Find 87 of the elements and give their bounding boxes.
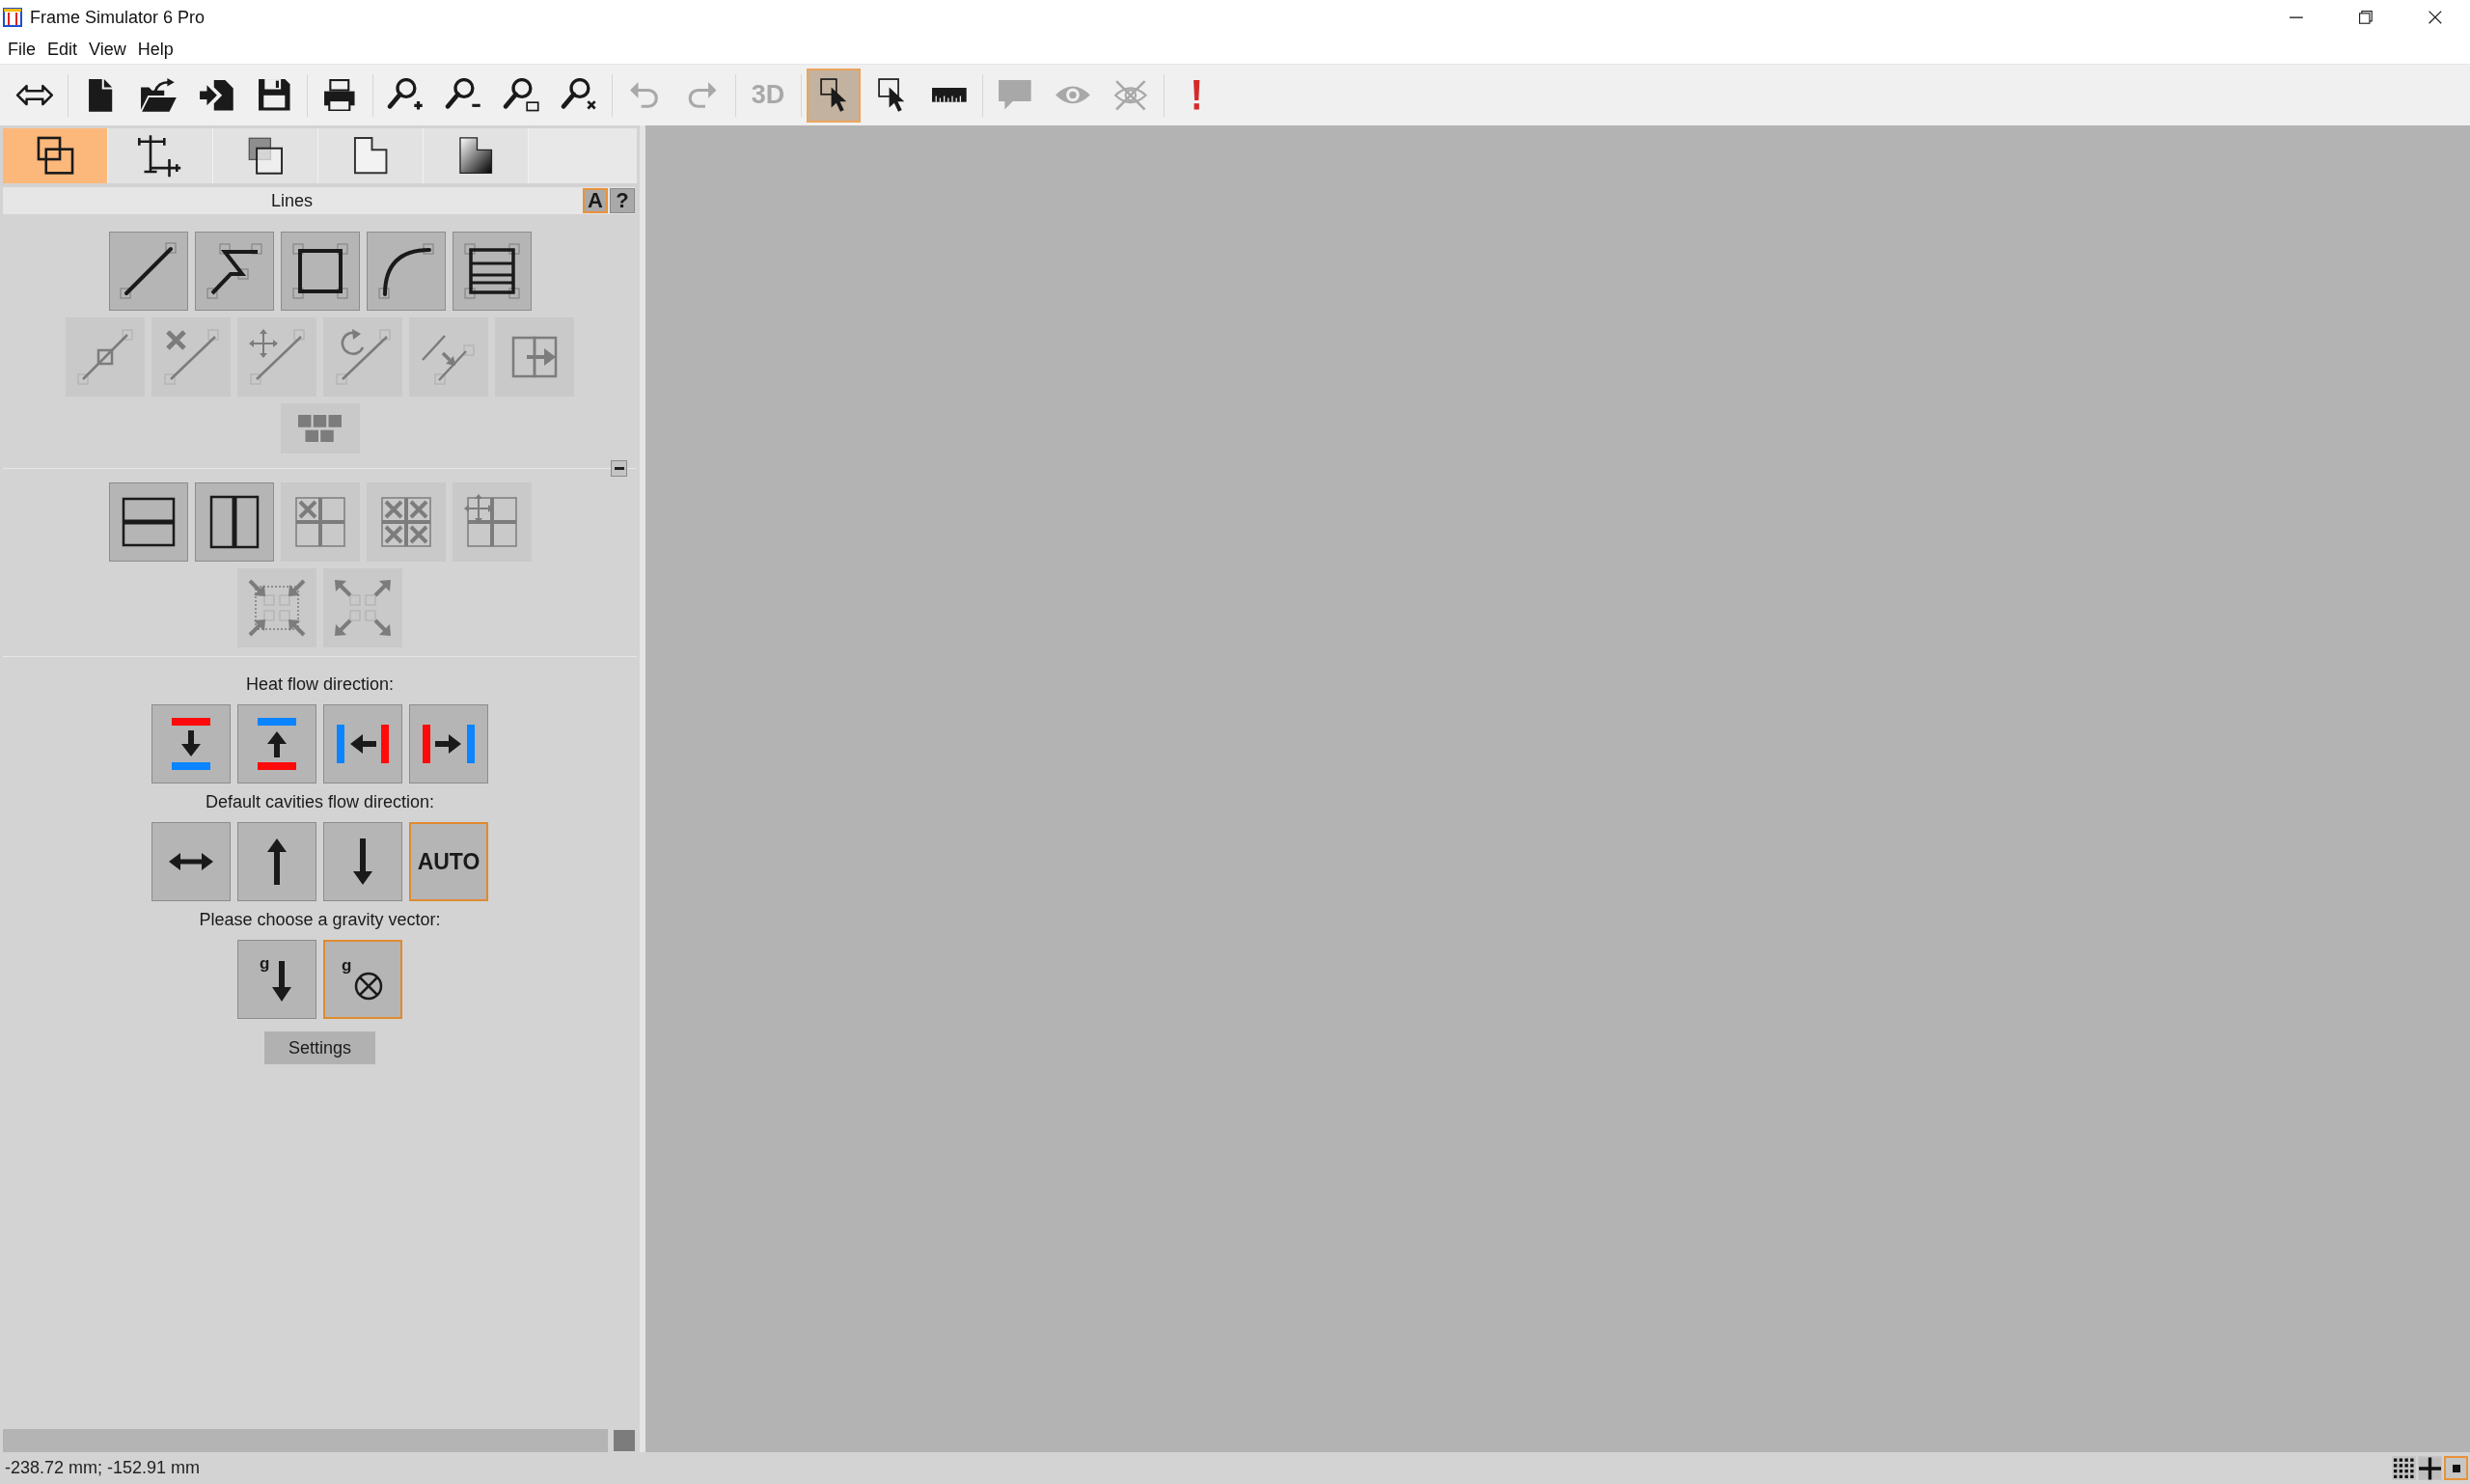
- pointer-rectangle-icon: [877, 77, 906, 113]
- close-icon: [2429, 11, 2442, 24]
- arc-icon: [376, 242, 435, 300]
- gradient-shape-icon: [457, 136, 494, 176]
- printer-icon: [323, 78, 356, 112]
- menu-item[interactable]: File: [2, 36, 41, 63]
- tool-button[interactable]: [452, 232, 532, 311]
- l-shape-icon: [352, 136, 389, 176]
- minus-icon: [614, 467, 624, 470]
- inward-arrows-icon: [248, 579, 306, 637]
- heat-flow-button[interactable]: [151, 704, 231, 783]
- cross-grid-icon: [2419, 1456, 2441, 1480]
- gravity-button[interactable]: g: [237, 940, 316, 1019]
- center-square-icon: [2452, 1464, 2460, 1472]
- panel-tab[interactable]: [318, 128, 424, 183]
- window-title: Frame Simulator 6 Pro: [30, 7, 206, 28]
- cavity-flow-button[interactable]: [323, 822, 402, 901]
- up-arrow-icon: [267, 838, 287, 885]
- eye-icon: [1055, 86, 1091, 104]
- bricks-icon: [298, 414, 342, 443]
- diagonal-line-icon: [119, 242, 178, 300]
- heat-flow-button[interactable]: [409, 704, 488, 783]
- zoom-in-icon: [387, 78, 424, 112]
- crossed-eye-icon: [1114, 78, 1147, 112]
- cavity-flow-button[interactable]: [237, 822, 316, 901]
- double-arrow-icon: [15, 83, 54, 107]
- shaded-squares-icon: [247, 137, 284, 175]
- app-logo-icon: [3, 8, 22, 27]
- undo-icon: [629, 81, 660, 109]
- magnifier-cross-icon: [561, 78, 597, 112]
- minimize-icon: [2290, 15, 2303, 19]
- panel-tab[interactable]: [108, 128, 213, 183]
- magnifier-rectangle-icon: [503, 78, 539, 112]
- panel-tab[interactable]: [213, 128, 318, 183]
- menu-item[interactable]: Help: [131, 36, 179, 63]
- redo-icon: [687, 81, 718, 109]
- tool-button[interactable]: [280, 232, 360, 311]
- cavity-flow-button[interactable]: AUTO: [409, 822, 488, 901]
- tool-button[interactable]: [108, 482, 188, 562]
- pointer-selection-icon: [819, 77, 848, 113]
- menu-item[interactable]: Edit: [41, 36, 84, 63]
- folder-icon: [139, 77, 178, 113]
- section-label: Default cavities flow direction:: [205, 791, 435, 813]
- tool-button[interactable]: [366, 232, 446, 311]
- heat-flow-button[interactable]: [323, 704, 402, 783]
- menu-item[interactable]: View: [83, 36, 132, 63]
- tool-button[interactable]: [194, 232, 274, 311]
- double-arrow-icon: [169, 852, 213, 871]
- outward-arrows-icon: [334, 579, 392, 637]
- line-rotate-icon: [334, 328, 392, 386]
- section-label: Heat flow direction:: [245, 673, 395, 696]
- polyline-icon: [205, 242, 263, 300]
- scrollbar-corner: [614, 1430, 635, 1451]
- header-button[interactable]: ?: [610, 188, 635, 213]
- square-icon: [290, 242, 349, 300]
- gravity-button[interactable]: g: [323, 940, 402, 1019]
- panel-tab[interactable]: [3, 128, 108, 183]
- cavity-flow-button[interactable]: [151, 822, 231, 901]
- line-midpoint-icon: [76, 328, 134, 386]
- restore-icon: [2359, 11, 2373, 24]
- horizontal-scrollbar[interactable]: [3, 1429, 608, 1452]
- ruler-icon: [932, 88, 967, 102]
- section-title: Lines: [270, 190, 314, 211]
- striped-rectangle-icon: [462, 242, 521, 300]
- heat-flow-button[interactable]: [237, 704, 316, 783]
- document-icon: [87, 77, 114, 113]
- collapse-button[interactable]: [611, 460, 627, 477]
- coordinates-text: -238.72 mm; -152.91 mm: [4, 1458, 201, 1478]
- view-mode-button[interactable]: [2444, 1456, 2468, 1480]
- zoom-out-icon: [445, 78, 481, 112]
- dimension-lines-icon: [138, 133, 182, 179]
- page-arrow-icon: [198, 78, 234, 112]
- panel-tab[interactable]: [424, 128, 529, 183]
- view-mode-button[interactable]: [2418, 1456, 2442, 1480]
- exclamation-icon: [1192, 79, 1201, 111]
- settings-button[interactable]: Settings: [264, 1031, 375, 1064]
- tool-button[interactable]: [108, 232, 188, 311]
- toolbar-button[interactable]: [807, 68, 861, 123]
- overlapping-squares-icon: [36, 136, 74, 176]
- dot-grid-icon: [2393, 1456, 2415, 1480]
- down-arrow-icon: [353, 838, 372, 885]
- tool-button[interactable]: [194, 482, 274, 562]
- line-cross-icon: [162, 328, 220, 386]
- speech-bubble-icon: [998, 79, 1032, 111]
- line-move-icon: [248, 328, 306, 386]
- section-label: Please choose a gravity vector:: [199, 909, 441, 931]
- header-button[interactable]: A: [583, 188, 608, 213]
